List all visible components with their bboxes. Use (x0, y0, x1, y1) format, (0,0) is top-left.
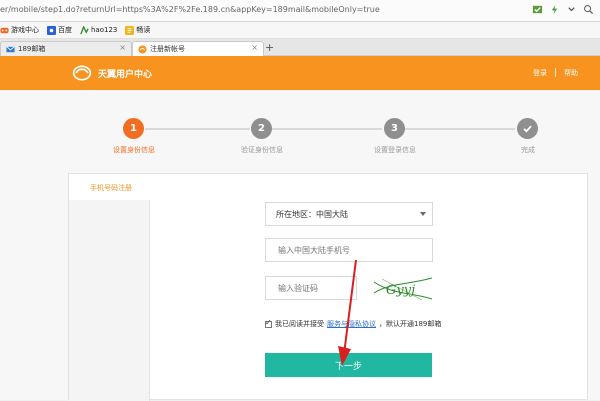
step-2-label: 验证身份信息 (241, 146, 283, 154)
favorite-game-center[interactable]: 游戏中心 (0, 25, 39, 35)
captcha-graphic: Gyyj (373, 277, 433, 301)
favorite-reader[interactable]: 畅读 (125, 25, 150, 35)
tianyi-icon (138, 44, 147, 54)
step-3-indicator: 3 (384, 118, 405, 139)
registration-steps: 1 2 3 设置身份信息 验证身份信息 设置登录信息 完成 (110, 118, 550, 158)
browser-tab-bar: 189邮箱 × 注册新帐号 × + (0, 39, 600, 56)
close-icon[interactable]: × (119, 43, 126, 52)
step-connector (271, 128, 382, 130)
captcha-image[interactable]: Gyyj (372, 275, 434, 303)
favorite-label: 游戏中心 (11, 26, 39, 34)
lightning-icon[interactable] (549, 4, 560, 15)
close-icon[interactable]: × (251, 43, 258, 52)
step-complete-indicator (517, 118, 538, 139)
favorite-hao123[interactable]: hao123 (80, 25, 118, 35)
compatibility-icon[interactable] (532, 4, 543, 15)
tab-label: 189邮箱 (18, 45, 46, 53)
favorite-baidu[interactable]: 百度 (47, 25, 72, 35)
site-header: 天翼用户中心 登录 帮助 (0, 56, 600, 90)
browser-address-bar[interactable]: er/mobile/step1.do?returnUrl=https%3A%2F… (0, 0, 600, 22)
dropdown-icon[interactable] (566, 4, 577, 15)
header-divider (555, 68, 556, 77)
favorite-label: hao123 (91, 26, 118, 34)
login-link[interactable]: 登录 (533, 68, 547, 78)
annotation-arrow-icon (338, 259, 357, 366)
agreement-prefix: 我已阅读并接受 (275, 320, 324, 328)
favorites-bar: 游戏中心 百度 hao123 畅读 (0, 22, 600, 39)
hao123-icon (80, 25, 89, 34)
step-1-indicator: 1 (123, 118, 144, 139)
site-logo[interactable]: 天翼用户中心 (72, 64, 152, 82)
agreement-row: 我已阅读并接受 服务与隐私协议 ，默认开通189邮箱 (265, 318, 485, 329)
favorite-label: 百度 (58, 26, 72, 34)
registration-card: 手机号码注册 所在地区：中国大陆 Gyyj 我已阅读并接受 服务与隐私协议 ，默… (68, 173, 588, 401)
logo-text: 天翼用户中心 (98, 69, 153, 80)
step-connector (405, 128, 515, 130)
region-select[interactable]: 所在地区：中国大陆 (265, 202, 433, 226)
chevron-down-icon (420, 212, 426, 216)
sidebar-panel (69, 200, 150, 401)
tab-register[interactable]: 注册新帐号 × (132, 41, 264, 56)
step-4-label: 完成 (521, 146, 535, 154)
address-text[interactable]: er/mobile/step1.do?returnUrl=https%3A%2F… (0, 5, 380, 14)
step-connector (145, 128, 250, 130)
help-link[interactable]: 帮助 (564, 68, 578, 78)
address-actions (532, 4, 594, 15)
tab-label: 注册新帐号 (150, 45, 185, 53)
captcha-text: Gyyj (386, 283, 415, 298)
step-2-indicator: 2 (251, 118, 272, 139)
tianyi-logo-icon (72, 65, 92, 81)
favorite-label: 畅读 (136, 26, 151, 34)
reader-icon (125, 25, 135, 35)
new-tab-button[interactable]: + (265, 41, 274, 54)
search-icon[interactable] (583, 4, 594, 15)
header-links: 登录 帮助 (533, 68, 578, 78)
agreement-checkbox[interactable] (265, 318, 272, 328)
tab-phone-registration[interactable]: 手机号码注册 (90, 183, 132, 193)
step-3-label: 设置登录信息 (374, 146, 416, 154)
gamepad-icon (0, 27, 9, 33)
agreement-suffix: ，默认开通189邮箱 (379, 320, 442, 328)
mail-icon (6, 45, 15, 52)
check-icon (523, 125, 532, 133)
region-value: 所在地区：中国大陆 (276, 210, 348, 219)
step-1-label: 设置身份信息 (113, 146, 155, 154)
tab-189-mail[interactable]: 189邮箱 × (0, 41, 132, 56)
baidu-icon (47, 25, 56, 35)
